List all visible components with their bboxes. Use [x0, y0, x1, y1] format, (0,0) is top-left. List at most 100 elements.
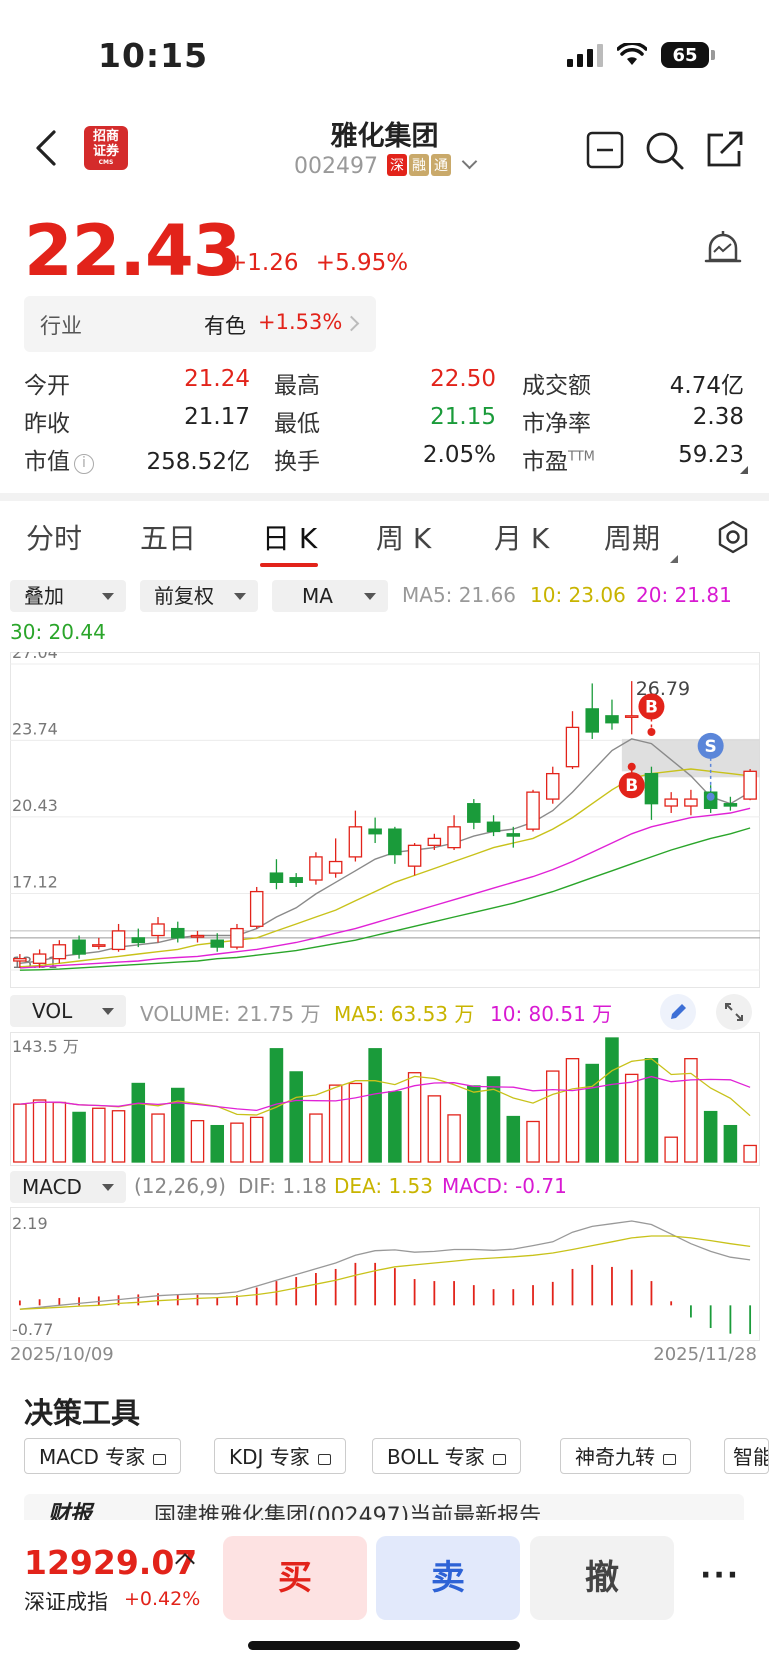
volume-bar[interactable] [151, 1113, 165, 1163]
volume-bar[interactable] [605, 1037, 619, 1163]
index-value[interactable]: 12929.07 [24, 1543, 197, 1582]
vol-select[interactable]: VOL [10, 995, 126, 1027]
search-icon[interactable] [644, 130, 686, 172]
volume-bar[interactable] [565, 1058, 580, 1163]
candle[interactable] [230, 923, 244, 950]
volume-bar[interactable] [506, 1115, 521, 1163]
candle[interactable] [269, 859, 284, 890]
candle[interactable] [526, 789, 540, 832]
vol-select-label: VOL [32, 999, 73, 1023]
stat-value: 258.52亿 [146, 449, 250, 475]
candle[interactable] [328, 838, 343, 878]
volume-bar[interactable] [703, 1110, 718, 1163]
volume-bar[interactable] [644, 1058, 659, 1163]
price-alert-icon[interactable] [702, 228, 744, 272]
candle[interactable] [111, 923, 126, 952]
tool-chip[interactable]: 神奇九转 [560, 1438, 691, 1474]
tool-chip[interactable]: BOLL 专家 [372, 1438, 521, 1474]
candle[interactable] [605, 699, 619, 730]
volume-bar[interactable] [32, 1099, 47, 1163]
volume-bar[interactable] [723, 1124, 738, 1163]
volume-bar[interactable] [111, 1110, 126, 1163]
volume-bar[interactable] [131, 1082, 146, 1163]
tab-1[interactable]: 五日 [140, 517, 196, 557]
candle[interactable] [309, 852, 323, 885]
candle[interactable] [743, 769, 757, 801]
more-icon[interactable]: ··· [700, 1558, 740, 1593]
volume-chart[interactable]: 143.5 万 [10, 1032, 760, 1166]
volume-bar[interactable] [249, 1116, 264, 1163]
industry-card[interactable]: 行业 有色 +1.53% [24, 296, 376, 352]
candle[interactable] [467, 799, 481, 830]
settings-icon[interactable] [716, 520, 750, 554]
buy-marker[interactable]: B [638, 693, 665, 736]
tool-chip[interactable]: KDJ 专家 [214, 1438, 346, 1474]
tab-0[interactable]: 分时 [26, 517, 82, 557]
candle[interactable] [723, 796, 738, 811]
fullscreen-icon[interactable] [716, 994, 752, 1030]
tab-3[interactable]: 周 K [376, 517, 431, 557]
macd-chart[interactable]: 2.19 -0.77 [10, 1207, 760, 1341]
candle[interactable] [447, 815, 461, 850]
volume-bar[interactable] [743, 1144, 757, 1163]
volume-bar[interactable] [190, 1120, 205, 1163]
volume-bar[interactable] [210, 1124, 225, 1163]
candle[interactable] [407, 843, 422, 876]
macd-select[interactable]: MACD [10, 1171, 126, 1203]
volume-bar[interactable] [13, 1103, 27, 1163]
candle[interactable] [585, 683, 600, 739]
candle[interactable] [289, 873, 303, 887]
tab-5[interactable]: 周期 [604, 517, 660, 557]
candle[interactable] [684, 789, 698, 816]
volume-bar[interactable] [388, 1091, 402, 1163]
volume-bar[interactable] [368, 1048, 382, 1163]
volume-bar[interactable] [545, 1070, 560, 1163]
volume-bar[interactable] [427, 1095, 442, 1163]
volume-bar[interactable] [289, 1071, 303, 1163]
candle[interactable] [249, 886, 264, 929]
volume-bar[interactable] [348, 1082, 363, 1163]
market-tags: 深融通 [385, 154, 451, 179]
volume-bar[interactable] [72, 1111, 86, 1163]
candle[interactable] [151, 917, 165, 943]
volume-bar[interactable] [92, 1107, 106, 1163]
volume-bar[interactable] [309, 1113, 323, 1163]
candlestick-chart[interactable]: 27.0423.7420.4317.1213.8126.79BBS [10, 652, 760, 988]
volume-bar[interactable] [467, 1085, 481, 1163]
buy-button[interactable]: 买 [223, 1536, 367, 1620]
tool-chip[interactable]: 智能 [724, 1438, 769, 1474]
volume-bar[interactable] [526, 1120, 540, 1163]
volume-bar[interactable] [624, 1073, 639, 1163]
volume-bar[interactable] [52, 1101, 67, 1163]
edit-icon[interactable] [660, 994, 696, 1030]
volume-bar[interactable] [230, 1122, 244, 1163]
cancel-button[interactable]: 撤 [530, 1536, 674, 1620]
candle[interactable] [368, 817, 382, 844]
candle[interactable] [545, 766, 560, 804]
adjust-select[interactable]: 前复权 [140, 580, 258, 612]
candle[interactable] [565, 711, 580, 770]
news-card[interactable]: 财报 国建推雅化集团(002497)当前最新报告 [24, 1494, 744, 1520]
candle[interactable] [92, 937, 106, 950]
overlay-select[interactable]: 叠加 [10, 580, 126, 612]
candle[interactable] [664, 792, 678, 813]
share-icon[interactable] [703, 129, 745, 171]
volume-bar[interactable] [664, 1136, 678, 1163]
info-icon[interactable]: i [74, 454, 94, 474]
volume-bar[interactable] [447, 1114, 461, 1163]
caret-down-icon [102, 593, 114, 600]
volume-bar[interactable] [328, 1084, 343, 1163]
collapse-icon[interactable] [586, 131, 626, 171]
candle[interactable] [644, 766, 659, 820]
candle[interactable] [388, 826, 402, 864]
tab-4[interactable]: 月 K [494, 517, 549, 557]
tool-chip[interactable]: MACD 专家 [24, 1438, 182, 1474]
volume-bar[interactable] [170, 1087, 185, 1163]
volume-bar[interactable] [585, 1063, 600, 1163]
candle[interactable] [190, 930, 205, 943]
indicator-select[interactable]: MA [272, 580, 388, 612]
tab-2[interactable]: 日 K [262, 517, 317, 557]
sell-button[interactable]: 卖 [376, 1536, 520, 1620]
candle[interactable] [348, 810, 363, 862]
expand-corner-icon[interactable] [740, 466, 748, 474]
